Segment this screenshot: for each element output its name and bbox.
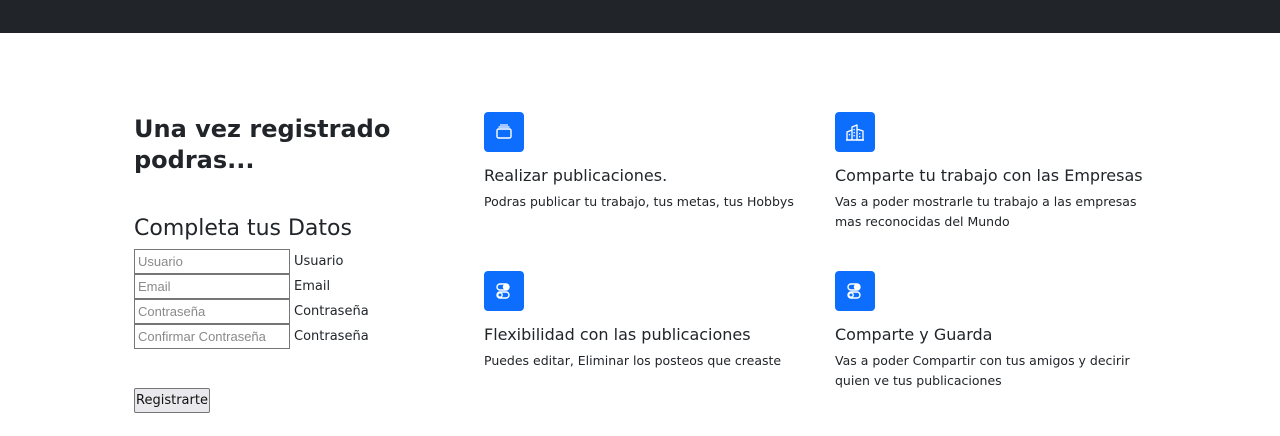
- feature-title: Comparte tu trabajo con las Empresas: [835, 166, 1143, 185]
- form-row-email: Email: [134, 274, 330, 299]
- confirm-password-label: Contraseña: [294, 329, 369, 344]
- feature-description: Vas a poder mostrarle tu trabajo a las e…: [835, 194, 1137, 229]
- top-navbar: [0, 0, 1280, 33]
- password-input[interactable]: [134, 299, 290, 324]
- feature-title: Comparte y Guarda: [835, 325, 993, 344]
- form-row-usuario: Usuario: [134, 249, 343, 274]
- password-label: Contraseña: [294, 304, 369, 319]
- feature-flexibilidad: Flexibilidad con las publicaciones Puede…: [484, 271, 804, 371]
- email-label: Email: [294, 279, 331, 294]
- building-icon: [835, 112, 875, 152]
- hero-section: Una vez registrado podras...: [134, 114, 464, 176]
- register-button[interactable]: Registrarte: [134, 388, 210, 413]
- usuario-label: Usuario: [294, 254, 344, 269]
- toggles-icon: [835, 271, 875, 311]
- collection-icon: [484, 112, 524, 152]
- feature-empresas: Comparte tu trabajo con las Empresas Vas…: [835, 112, 1155, 232]
- toggles-icon: [484, 271, 524, 311]
- hero-title: Una vez registrado podras...: [134, 115, 391, 174]
- feature-description: Puedes editar, Eliminar los posteos que …: [484, 353, 782, 368]
- feature-title: Flexibilidad con las publicaciones: [484, 325, 751, 344]
- form-title: Completa tus Datos: [134, 216, 352, 241]
- feature-title: Realizar publicaciones.: [484, 166, 668, 185]
- feature-description: Podras publicar tu trabajo, tus metas, t…: [484, 194, 794, 209]
- form-row-password: Contraseña: [134, 299, 369, 324]
- form-row-confirm-password: Contraseña: [134, 324, 369, 349]
- confirm-password-input[interactable]: [134, 324, 290, 349]
- feature-publicaciones: Realizar publicaciones. Podras publicar …: [484, 112, 804, 212]
- feature-comparte-guarda: Comparte y Guarda Vas a poder Compartir …: [835, 271, 1155, 391]
- email-input[interactable]: [134, 274, 290, 299]
- usuario-input[interactable]: [134, 249, 290, 274]
- feature-description: Vas a poder Compartir con tus amigos y d…: [835, 353, 1130, 388]
